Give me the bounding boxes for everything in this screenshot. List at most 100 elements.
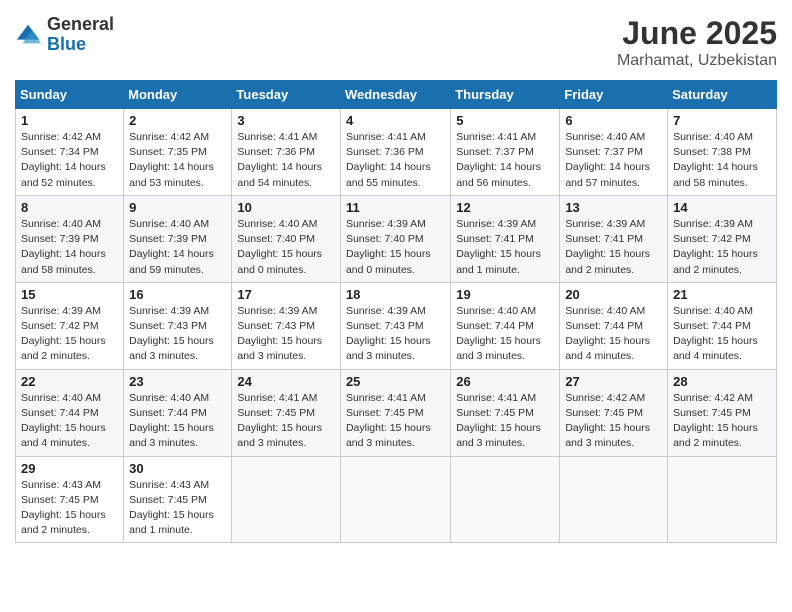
day-number: 29 bbox=[21, 461, 118, 476]
calendar-week-4: 22 Sunrise: 4:40 AMSunset: 7:44 PMDayligh… bbox=[16, 369, 777, 456]
calendar-cell: 30Sunrise: 4:43 AMSunset: 7:45 PMDayligh… bbox=[124, 456, 232, 543]
day-number: 11 bbox=[346, 200, 445, 215]
header-sunday: Sunday bbox=[16, 81, 124, 109]
day-number: 18 bbox=[346, 287, 445, 302]
day-number: 24 bbox=[237, 374, 335, 389]
day-number: 17 bbox=[237, 287, 335, 302]
calendar-cell: 18 Sunrise: 4:39 AMSunset: 7:43 PMDayligh… bbox=[340, 282, 450, 369]
day-number: 15 bbox=[21, 287, 118, 302]
calendar-cell: 3 Sunrise: 4:41 AMSunset: 7:36 PMDaylight… bbox=[232, 109, 341, 196]
day-info: Sunrise: 4:39 AMSunset: 7:43 PMDaylight:… bbox=[129, 304, 226, 365]
page-header: General Blue June 2025 Marhamat, Uzbekis… bbox=[15, 15, 777, 70]
day-number: 12 bbox=[456, 200, 554, 215]
calendar-cell: 1 Sunrise: 4:42 AMSunset: 7:34 PMDaylight… bbox=[16, 109, 124, 196]
day-info: Sunrise: 4:39 AMSunset: 7:43 PMDaylight:… bbox=[346, 304, 445, 365]
day-number: 4 bbox=[346, 113, 445, 128]
day-number: 5 bbox=[456, 113, 554, 128]
day-info: Sunrise: 4:39 AMSunset: 7:40 PMDaylight:… bbox=[346, 217, 445, 278]
header-monday: Monday bbox=[124, 81, 232, 109]
calendar-cell: 17 Sunrise: 4:39 AMSunset: 7:43 PMDayligh… bbox=[232, 282, 341, 369]
header-tuesday: Tuesday bbox=[232, 81, 341, 109]
day-info: Sunrise: 4:43 AMSunset: 7:45 PMDaylight:… bbox=[21, 478, 118, 539]
day-number: 10 bbox=[237, 200, 335, 215]
calendar-cell: 21 Sunrise: 4:40 AMSunset: 7:44 PMDayligh… bbox=[668, 282, 777, 369]
calendar-cell: 25Sunrise: 4:41 AMSunset: 7:45 PMDayligh… bbox=[340, 369, 450, 456]
calendar-cell: 11 Sunrise: 4:39 AMSunset: 7:40 PMDayligh… bbox=[340, 195, 450, 282]
calendar-cell: 29 Sunrise: 4:43 AMSunset: 7:45 PMDayligh… bbox=[16, 456, 124, 543]
calendar-cell: 6Sunrise: 4:40 AMSunset: 7:37 PMDaylight… bbox=[560, 109, 668, 196]
calendar-cell: 24 Sunrise: 4:41 AMSunset: 7:45 PMDayligh… bbox=[232, 369, 341, 456]
header-friday: Friday bbox=[560, 81, 668, 109]
calendar-cell: 27 Sunrise: 4:42 AMSunset: 7:45 PMDayligh… bbox=[560, 369, 668, 456]
day-info: Sunrise: 4:40 AMSunset: 7:44 PMDaylight:… bbox=[565, 304, 662, 365]
day-info: Sunrise: 4:41 AMSunset: 7:45 PMDaylight:… bbox=[456, 391, 554, 452]
calendar-cell: 20 Sunrise: 4:40 AMSunset: 7:44 PMDayligh… bbox=[560, 282, 668, 369]
calendar-cell: 2Sunrise: 4:42 AMSunset: 7:35 PMDaylight… bbox=[124, 109, 232, 196]
calendar-week-1: 1 Sunrise: 4:42 AMSunset: 7:34 PMDaylight… bbox=[16, 109, 777, 196]
title-area: June 2025 Marhamat, Uzbekistan bbox=[617, 15, 777, 70]
header-wednesday: Wednesday bbox=[340, 81, 450, 109]
calendar-cell: 9 Sunrise: 4:40 AMSunset: 7:39 PMDaylight… bbox=[124, 195, 232, 282]
month-title: June 2025 bbox=[617, 15, 777, 52]
calendar-cell: 10Sunrise: 4:40 AMSunset: 7:40 PMDayligh… bbox=[232, 195, 341, 282]
day-info: Sunrise: 4:39 AMSunset: 7:43 PMDaylight:… bbox=[237, 304, 335, 365]
calendar-week-2: 8 Sunrise: 4:40 AMSunset: 7:39 PMDaylight… bbox=[16, 195, 777, 282]
day-info: Sunrise: 4:40 AMSunset: 7:44 PMDaylight:… bbox=[21, 391, 118, 452]
day-number: 6 bbox=[565, 113, 662, 128]
day-number: 27 bbox=[565, 374, 662, 389]
calendar-cell: 22 Sunrise: 4:40 AMSunset: 7:44 PMDayligh… bbox=[16, 369, 124, 456]
calendar-cell: 16Sunrise: 4:39 AMSunset: 7:43 PMDayligh… bbox=[124, 282, 232, 369]
day-info: Sunrise: 4:40 AMSunset: 7:39 PMDaylight:… bbox=[21, 217, 118, 278]
calendar-cell: 23 Sunrise: 4:40 AMSunset: 7:44 PMDayligh… bbox=[124, 369, 232, 456]
day-info: Sunrise: 4:41 AMSunset: 7:36 PMDaylight:… bbox=[346, 130, 445, 191]
header-saturday: Saturday bbox=[668, 81, 777, 109]
day-number: 8 bbox=[21, 200, 118, 215]
day-info: Sunrise: 4:40 AMSunset: 7:44 PMDaylight:… bbox=[456, 304, 554, 365]
day-number: 22 bbox=[21, 374, 118, 389]
calendar-cell: 26Sunrise: 4:41 AMSunset: 7:45 PMDayligh… bbox=[451, 369, 560, 456]
day-number: 13 bbox=[565, 200, 662, 215]
day-number: 9 bbox=[129, 200, 226, 215]
calendar-cell: 5Sunrise: 4:41 AMSunset: 7:37 PMDaylight… bbox=[451, 109, 560, 196]
calendar-cell: 15 Sunrise: 4:39 AMSunset: 7:42 PMDayligh… bbox=[16, 282, 124, 369]
calendar-cell: 19 Sunrise: 4:40 AMSunset: 7:44 PMDayligh… bbox=[451, 282, 560, 369]
calendar-cell bbox=[340, 456, 450, 543]
logo-icon bbox=[15, 21, 43, 49]
day-info: Sunrise: 4:40 AMSunset: 7:44 PMDaylight:… bbox=[129, 391, 226, 452]
calendar-cell: 4 Sunrise: 4:41 AMSunset: 7:36 PMDaylight… bbox=[340, 109, 450, 196]
day-info: Sunrise: 4:39 AMSunset: 7:41 PMDaylight:… bbox=[565, 217, 662, 278]
location-title: Marhamat, Uzbekistan bbox=[617, 52, 777, 70]
calendar-cell bbox=[668, 456, 777, 543]
day-info: Sunrise: 4:41 AMSunset: 7:45 PMDaylight:… bbox=[237, 391, 335, 452]
day-info: Sunrise: 4:42 AMSunset: 7:45 PMDaylight:… bbox=[565, 391, 662, 452]
day-info: Sunrise: 4:40 AMSunset: 7:39 PMDaylight:… bbox=[129, 217, 226, 278]
calendar-cell: 28 Sunrise: 4:42 AMSunset: 7:45 PMDayligh… bbox=[668, 369, 777, 456]
day-info: Sunrise: 4:42 AMSunset: 7:35 PMDaylight:… bbox=[129, 130, 226, 191]
day-number: 19 bbox=[456, 287, 554, 302]
calendar-week-3: 15 Sunrise: 4:39 AMSunset: 7:42 PMDayligh… bbox=[16, 282, 777, 369]
logo-general: General bbox=[47, 15, 114, 35]
calendar-cell bbox=[560, 456, 668, 543]
logo: General Blue bbox=[15, 15, 114, 55]
day-number: 20 bbox=[565, 287, 662, 302]
day-info: Sunrise: 4:42 AMSunset: 7:45 PMDaylight:… bbox=[673, 391, 771, 452]
day-info: Sunrise: 4:41 AMSunset: 7:36 PMDaylight:… bbox=[237, 130, 335, 191]
day-number: 21 bbox=[673, 287, 771, 302]
day-number: 28 bbox=[673, 374, 771, 389]
calendar-week-5: 29 Sunrise: 4:43 AMSunset: 7:45 PMDayligh… bbox=[16, 456, 777, 543]
day-number: 23 bbox=[129, 374, 226, 389]
day-info: Sunrise: 4:42 AMSunset: 7:34 PMDaylight:… bbox=[21, 130, 118, 191]
calendar-cell: 14Sunrise: 4:39 AMSunset: 7:42 PMDayligh… bbox=[668, 195, 777, 282]
day-number: 3 bbox=[237, 113, 335, 128]
calendar-table: SundayMondayTuesdayWednesdayThursdayFrid… bbox=[15, 80, 777, 543]
header-thursday: Thursday bbox=[451, 81, 560, 109]
day-info: Sunrise: 4:39 AMSunset: 7:42 PMDaylight:… bbox=[21, 304, 118, 365]
calendar-cell: 13 Sunrise: 4:39 AMSunset: 7:41 PMDayligh… bbox=[560, 195, 668, 282]
calendar-cell: 12Sunrise: 4:39 AMSunset: 7:41 PMDayligh… bbox=[451, 195, 560, 282]
day-number: 7 bbox=[673, 113, 771, 128]
day-number: 30 bbox=[129, 461, 226, 476]
calendar-cell: 8 Sunrise: 4:40 AMSunset: 7:39 PMDaylight… bbox=[16, 195, 124, 282]
day-number: 1 bbox=[21, 113, 118, 128]
day-info: Sunrise: 4:40 AMSunset: 7:44 PMDaylight:… bbox=[673, 304, 771, 365]
day-number: 14 bbox=[673, 200, 771, 215]
